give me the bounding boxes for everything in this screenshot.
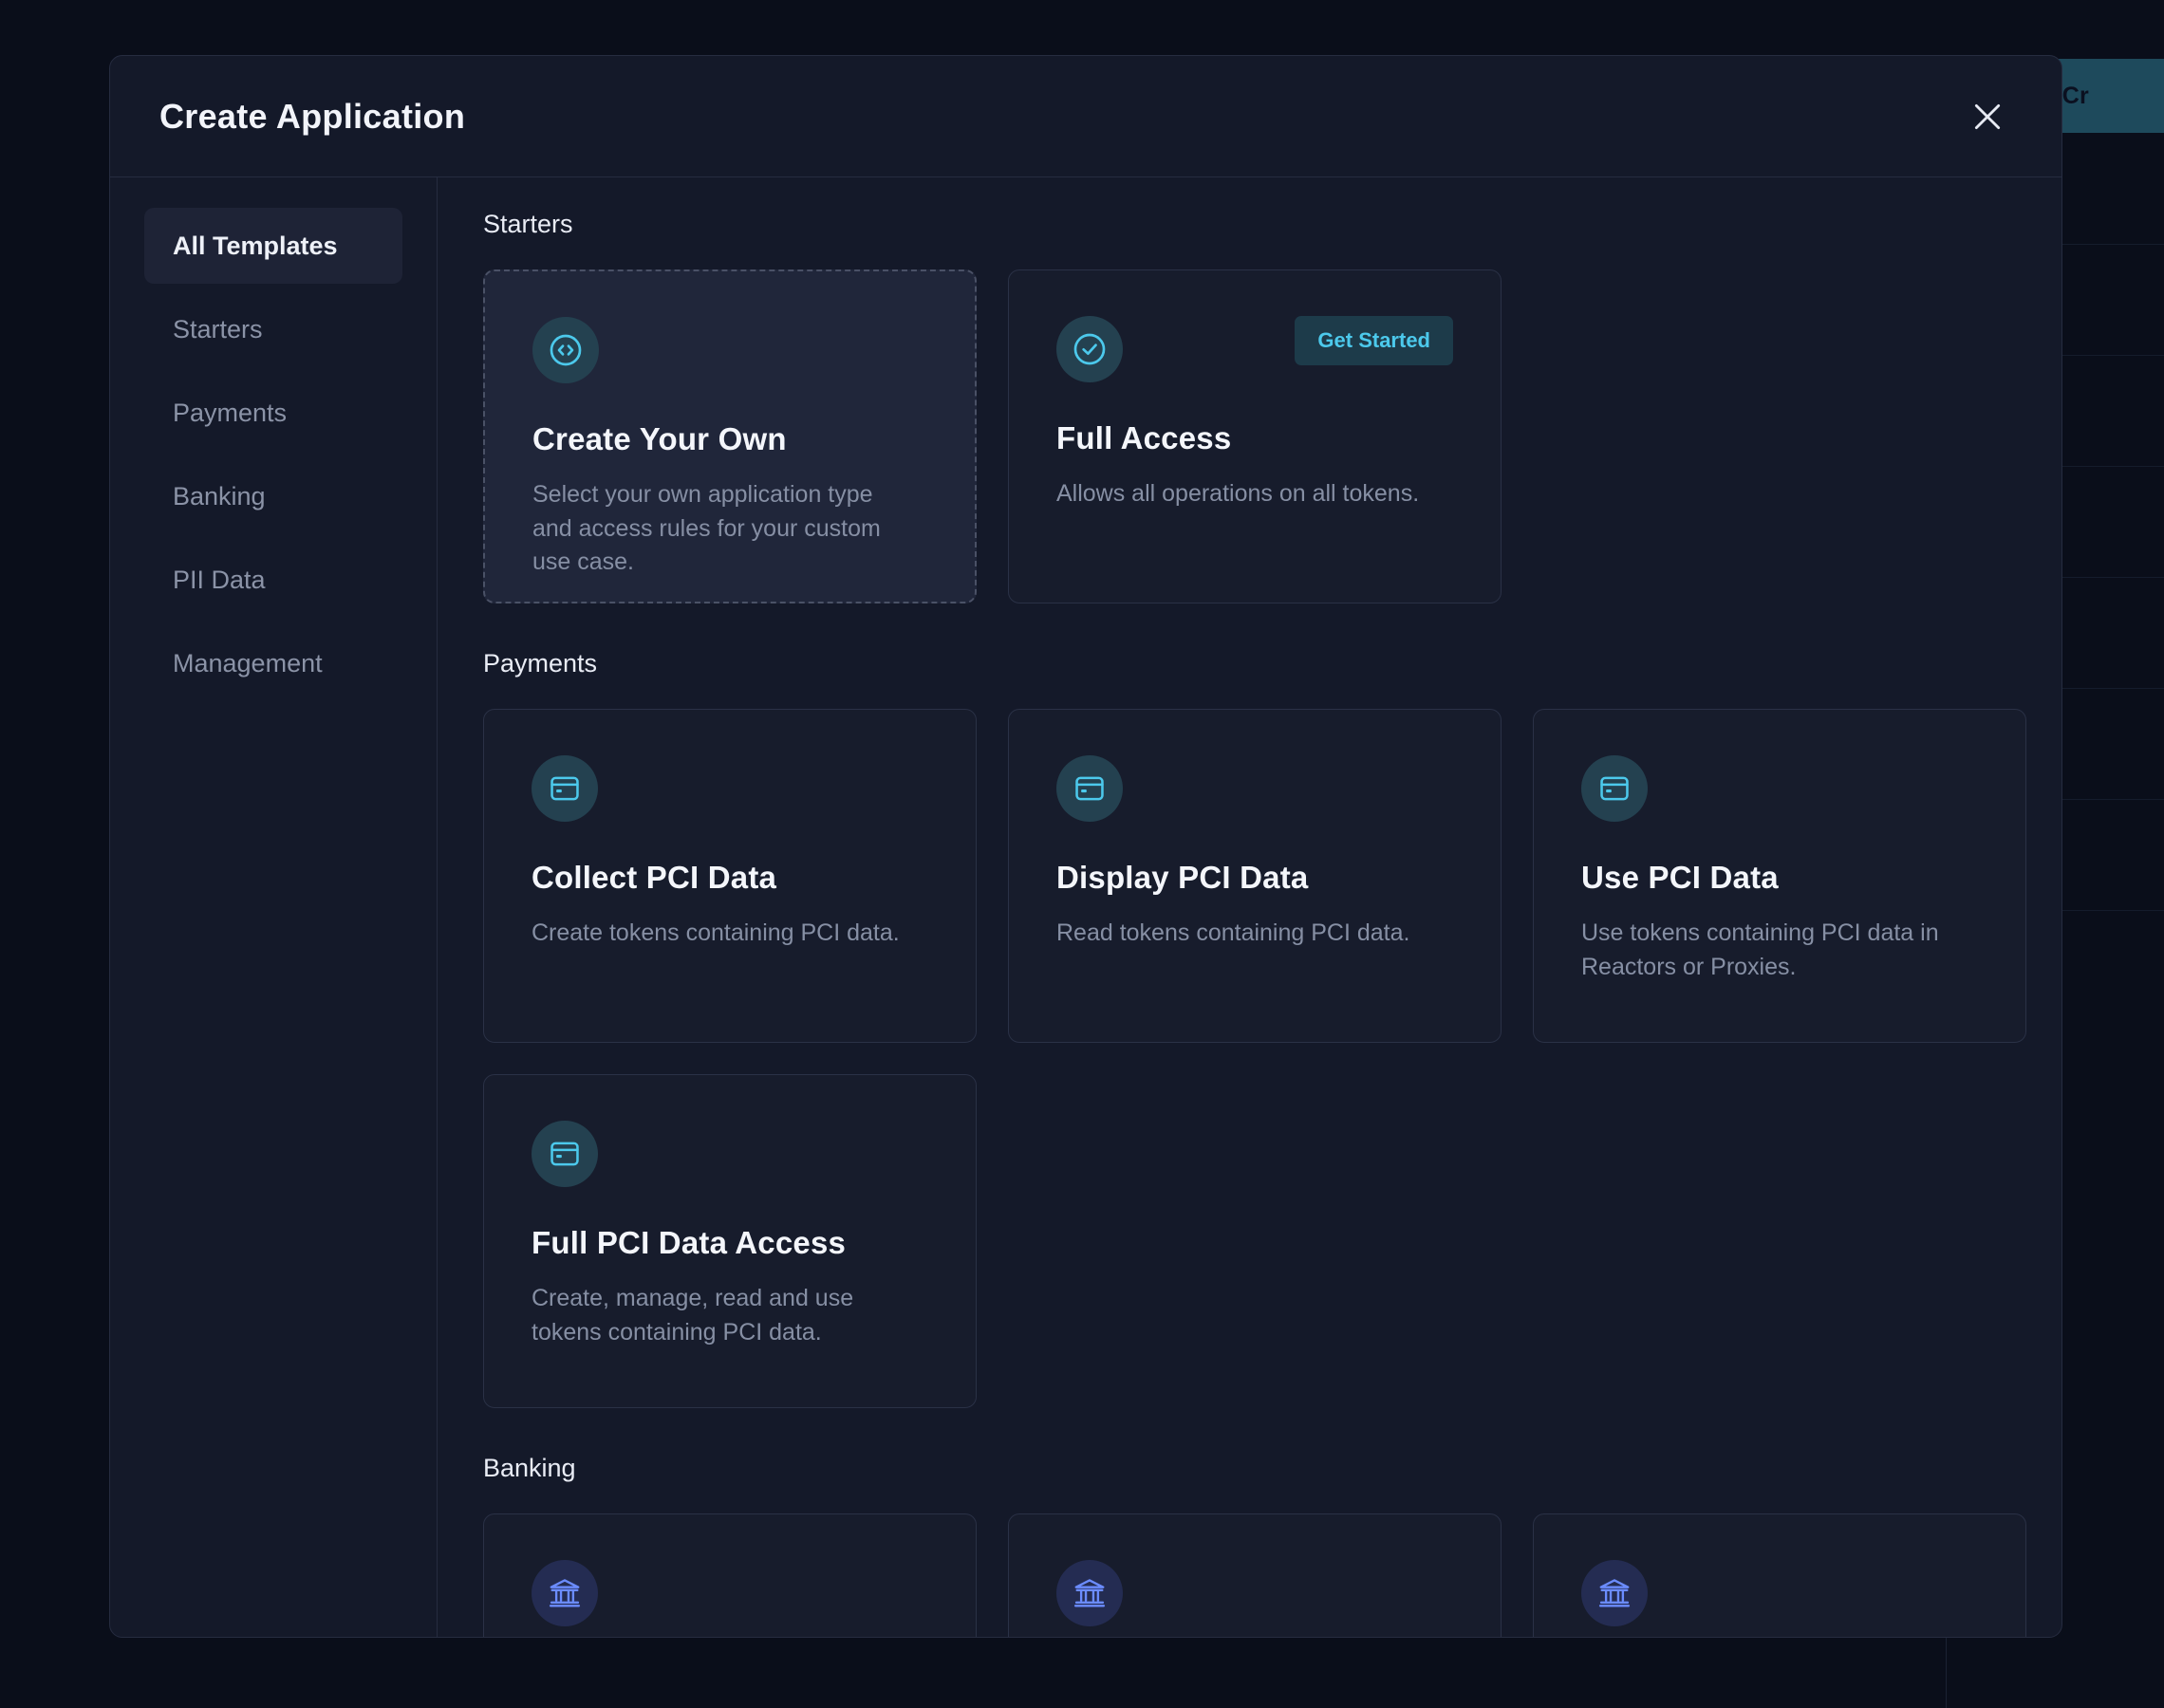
sidebar-item-label: Starters [173,315,263,344]
card-title: Full Access [1056,420,1453,456]
card-description: Use tokens containing PCI data in Reacto… [1581,917,1961,984]
template-card[interactable]: Collect PCI Data Create tokens containing… [483,709,977,1043]
credit-card-icon [1581,755,1648,822]
sidebar-item-banking[interactable]: Banking [144,458,402,534]
card-title: Full PCI Data Access [532,1225,928,1261]
card-grid: Collect Bank Data Read Bank Data Use Ban… [483,1513,2006,1637]
card-header [532,1560,928,1626]
section-heading: Starters [483,210,2006,239]
sidebar-item-starters[interactable]: Starters [144,291,402,367]
bank-icon [1581,1560,1648,1626]
card-header: Get Started [1056,316,1453,382]
card-header [1056,1560,1453,1626]
card-description: Allows all operations on all tokens. [1056,477,1436,511]
card-header [1056,755,1453,822]
modal-body: All Templates Starters Payments Banking PII … [110,177,2061,1637]
get-started-button[interactable]: Get Started [1295,316,1453,365]
card-title: Collect PCI Data [532,860,928,896]
section-heading: Banking [483,1454,2006,1483]
sidebar-item-label: Management [173,649,323,678]
card-header [532,1121,928,1187]
template-list: Starters Create Your Own Select your own … [438,177,2061,1637]
card-grid: Create Your Own Select your own applicati… [483,269,2006,603]
card-description: Create tokens containing PCI data. [532,917,911,951]
card-description: Select your own application type and acc… [532,478,912,580]
credit-card-icon [532,1121,598,1187]
page-title: Create Application [159,97,465,137]
template-card[interactable]: Get Started Full Access Allows all operati… [1008,269,1502,603]
section-heading: Payments [483,649,2006,678]
template-card[interactable]: Read Bank Data [1008,1513,1502,1637]
sidebar-item-label: All Templates [173,232,338,261]
template-card[interactable]: Full PCI Data Access Create, manage, read… [483,1074,977,1408]
section-starters: Starters Create Your Own Select your own … [483,210,2006,603]
card-description: Create, manage, read and use tokens cont… [532,1282,911,1349]
close-icon[interactable] [1963,92,2012,141]
card-header [1581,755,1978,822]
template-card[interactable]: Display PCI Data Read tokens containing P… [1008,709,1502,1043]
card-header [532,317,927,383]
card-header [1581,1560,1978,1626]
template-card[interactable]: Create Your Own Select your own applicati… [483,269,977,603]
sidebar-item-payments[interactable]: Payments [144,375,402,451]
sidebar-item-label: Banking [173,482,266,511]
sidebar-item-all-templates[interactable]: All Templates [144,208,402,284]
sidebar-item-pii-data[interactable]: PII Data [144,542,402,618]
credit-card-icon [532,755,598,822]
section-payments: Payments Collect PCI Data Create tokens c… [483,649,2006,1408]
sidebar-item-label: PII Data [173,566,266,595]
sidebar-item-label: Payments [173,399,287,428]
card-title: Create Your Own [532,421,927,457]
code-circle-icon [532,317,599,383]
template-card[interactable]: Use Bank Data [1533,1513,2026,1637]
card-title: Use PCI Data [1581,860,1978,896]
bank-icon [532,1560,598,1626]
credit-card-icon [1056,755,1123,822]
section-banking: Banking Collect Bank Data Read Bank Data… [483,1454,2006,1637]
card-title: Display PCI Data [1056,860,1453,896]
create-application-modal: Create Application All Templates Starters… [109,55,2062,1638]
bank-icon [1056,1560,1123,1626]
sidebar-item-management[interactable]: Management [144,625,402,701]
card-header [532,755,928,822]
card-description: Read tokens containing PCI data. [1056,917,1436,951]
template-card[interactable]: Use PCI Data Use tokens containing PCI da… [1533,709,2026,1043]
modal-header: Create Application [110,56,2061,177]
create-application-button-label: Cr [2062,83,2089,110]
template-category-sidebar: All Templates Starters Payments Banking PII … [110,177,438,1637]
card-grid: Collect PCI Data Create tokens containing… [483,709,2006,1408]
template-card[interactable]: Collect Bank Data [483,1513,977,1637]
check-circle-icon [1056,316,1123,382]
